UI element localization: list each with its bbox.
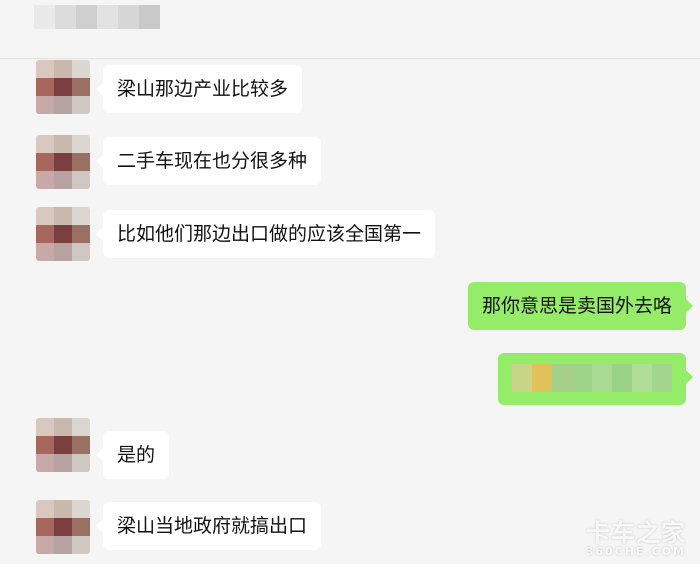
avatar[interactable] [36,500,90,554]
message-bubble-incoming[interactable]: 二手车现在也分很多种 [95,137,322,185]
avatar[interactable] [36,418,90,472]
message-bubble-outgoing-blurred[interactable] [498,353,693,405]
message-bubble-outgoing[interactable]: 那你意思是卖国外去咯 [467,282,694,330]
watermark-domain: 360CHE.COM [585,545,686,558]
avatar[interactable] [36,135,90,189]
chat-header [0,0,700,59]
message-bubble-incoming[interactable]: 梁山那边产业比较多 [95,65,303,113]
message-bubble-incoming[interactable]: 梁山当地政府就搞出口 [95,502,322,550]
contact-name-blurred [34,5,160,29]
avatar[interactable] [36,60,90,114]
watermark-brand: 卡车之家 [586,519,686,547]
avatar[interactable] [36,207,90,261]
message-bubble-incoming[interactable]: 比如他们那边出口做的应该全国第一 [95,210,436,258]
blurred-content [512,364,672,392]
watermark-logo: 卡车之家 360CHE.COM [586,513,686,558]
message-bubble-incoming[interactable]: 是的 [95,431,170,479]
